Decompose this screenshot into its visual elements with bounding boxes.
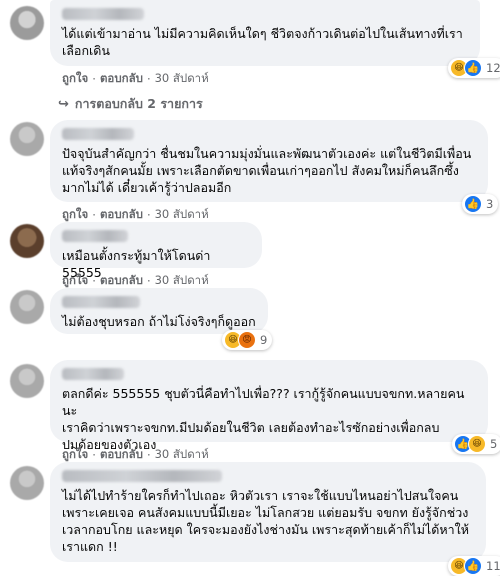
reaction-count: 11	[486, 559, 500, 573]
comment-bubble: ไม่ได้ไปทำร้ายใครก็ทำไปเถอะ หิวตัวเรา เร…	[50, 462, 486, 562]
author-name-blurred[interactable]	[62, 470, 222, 482]
avatar[interactable]	[10, 122, 44, 156]
reaction-count: 3	[486, 197, 494, 211]
author-name-blurred[interactable]	[62, 368, 124, 380]
author-name-blurred[interactable]	[62, 8, 144, 20]
angry-reaction-icon: 😡	[238, 331, 256, 349]
like-reaction-icon: 👍	[464, 195, 482, 213]
comment-bubble: ไม่ต้องชุบหรอก ถ้าไม่โง่จริงๆก็ดูออก	[50, 288, 268, 334]
view-replies-link[interactable]: ↪ การตอบกลับ 2 รายการ	[58, 94, 203, 114]
reaction-count: 9	[260, 333, 268, 347]
comment-actions: ถูกใจ · ตอบกลับ · 30 สัปดาห์	[62, 70, 209, 88]
author-name-blurred[interactable]	[62, 230, 128, 242]
avatar[interactable]	[10, 224, 44, 258]
reaction-summary[interactable]: 👍 😆 5	[452, 434, 500, 454]
reply-button[interactable]: ตอบกลับ	[100, 70, 143, 88]
like-reaction-icon: 👍	[464, 557, 482, 575]
haha-reaction-icon: 😆	[468, 435, 486, 453]
comment-text: ปัจจุบันสำคัญกว่า ชื่นชมในความมุ่งมั่นแล…	[62, 146, 472, 195]
comment-text: ไม่ได้ไปทำร้ายใครก็ทำไปเถอะ หิวตัวเรา เร…	[62, 488, 469, 554]
avatar[interactable]	[10, 364, 44, 398]
reply-arrow-icon: ↪	[58, 96, 69, 112]
reaction-count: 12	[486, 61, 500, 75]
comment-bubble: ตลกดีค่ะ 555555 ชุบตัวนี่คือทำไปเพื่อ???…	[50, 360, 488, 452]
reaction-summary[interactable]: 😆 😡 9	[222, 330, 273, 350]
comment-bubble: ได้แต่เข้ามาอ่าน ไม่มีความคิดเห็นใดๆ ชีว…	[50, 0, 480, 66]
timestamp[interactable]: 30 สัปดาห์	[155, 70, 209, 88]
author-name-blurred[interactable]	[62, 128, 134, 140]
comment-bubble: เหมือนตั้งกระทู้มาให้โดนด่า 55555	[50, 222, 262, 280]
like-button[interactable]: ถูกใจ	[62, 70, 88, 88]
avatar[interactable]	[10, 6, 44, 40]
comment-text: ไม่ต้องชุบหรอก ถ้าไม่โง่จริงๆก็ดูออก	[62, 314, 256, 329]
author-name-blurred[interactable]	[62, 296, 140, 308]
reaction-count: 5	[490, 437, 498, 451]
avatar[interactable]	[10, 290, 44, 324]
comment-text: ตลกดีค่ะ 555555 ชุบตัวนี่คือทำไปเพื่อ???…	[62, 386, 465, 452]
reaction-summary[interactable]: 😆 👍 12	[448, 58, 500, 78]
comment-text: ได้แต่เข้ามาอ่าน ไม่มีความคิดเห็นใดๆ ชีว…	[62, 26, 463, 58]
comment-bubble: ปัจจุบันสำคัญกว่า ชื่นชมในความมุ่งมั่นแล…	[50, 120, 488, 202]
reaction-summary[interactable]: 👍 3	[462, 194, 499, 214]
reaction-summary[interactable]: 😆 👍 11	[448, 556, 500, 576]
like-reaction-icon: 👍	[464, 59, 482, 77]
avatar[interactable]	[10, 466, 44, 500]
